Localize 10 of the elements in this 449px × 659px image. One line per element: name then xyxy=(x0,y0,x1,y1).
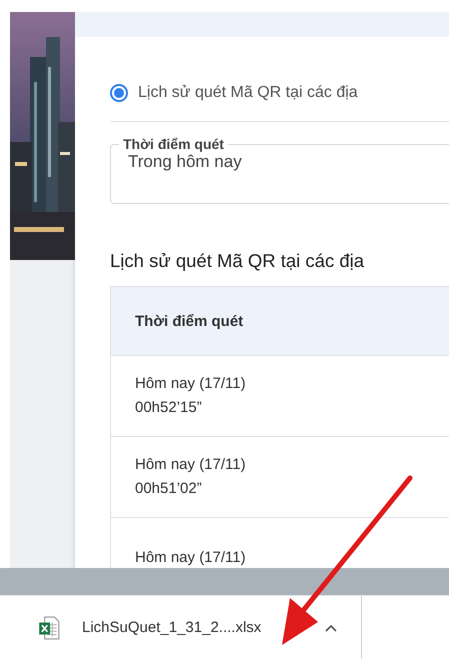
table-cell-text: Hôm nay (17/11) xyxy=(135,548,246,568)
table-cell-text: Hôm nay (17/11) 00h51’02” xyxy=(135,455,246,499)
select-field[interactable]: Thời điểm quét Trong hôm nay xyxy=(110,136,449,204)
column-header: Thời điểm quét xyxy=(135,312,244,330)
field-label: Thời điểm quét xyxy=(122,136,225,152)
field-value: Trong hôm nay xyxy=(128,152,242,171)
file-name: LichSuQuet_1_31_2....xlsx xyxy=(82,619,262,636)
table-cell-text: Hôm nay (17/11) 00h52’15” xyxy=(135,374,246,418)
radio-label: Lịch sử quét Mã QR tại các địa xyxy=(138,84,358,102)
section-title: Lịch sử quét Mã QR tại các địa xyxy=(110,250,366,272)
